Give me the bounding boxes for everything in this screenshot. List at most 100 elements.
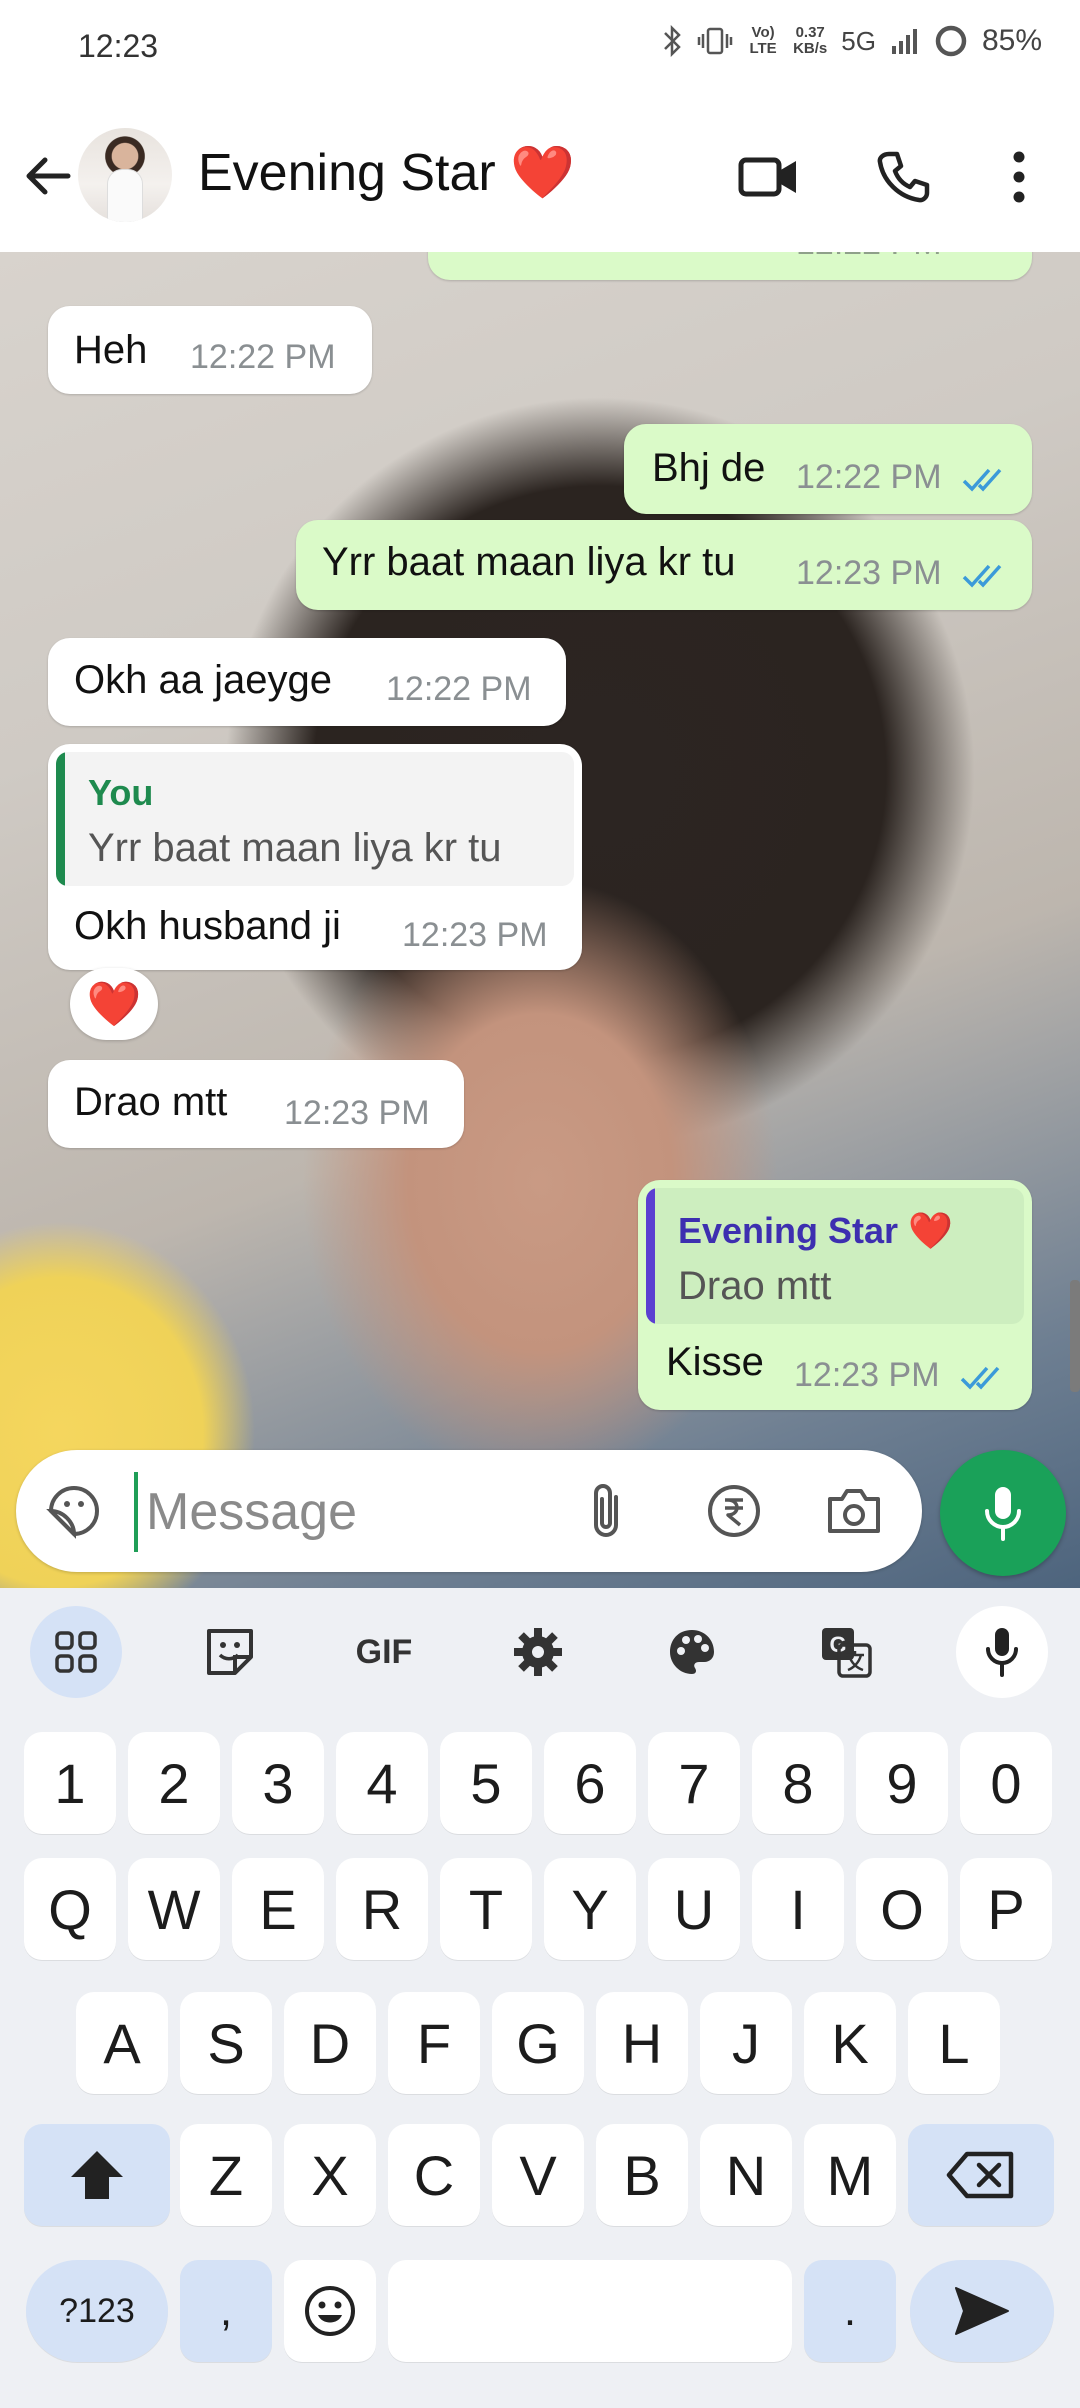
key-c[interactable]: C [388, 2124, 480, 2226]
network-speed: 0.37 KB/s [793, 25, 827, 57]
key-1[interactable]: 1 [24, 1732, 116, 1834]
backspace-icon [946, 2151, 1014, 2199]
read-receipt-icon [962, 564, 1002, 588]
key-8[interactable]: 8 [752, 1732, 844, 1834]
key-x[interactable]: X [284, 2124, 376, 2226]
quoted-message[interactable]: You Yrr baat maan liya kr tu [56, 752, 574, 886]
key-p[interactable]: P [960, 1858, 1052, 1960]
kb-translate-button[interactable]: G [800, 1606, 892, 1698]
kb-apps-button[interactable] [30, 1606, 122, 1698]
quoted-text: Drao mtt [678, 1264, 832, 1308]
back-arrow-icon [26, 157, 71, 195]
key-7[interactable]: 7 [648, 1732, 740, 1834]
message-outgoing-reply[interactable]: Evening Star ❤️ Drao mtt Kisse 12:23 PM [638, 1180, 1032, 1410]
key-r[interactable]: R [336, 1858, 428, 1960]
key-d[interactable]: D [284, 1992, 376, 2094]
key-q[interactable]: Q [24, 1858, 116, 1960]
symbols-key[interactable]: ?123 [26, 2260, 168, 2362]
voice-call-button[interactable] [868, 142, 938, 212]
sticker-icon [207, 1629, 253, 1675]
status-icons: Vo) LTE 0.37 KB/s 5G 85% [661, 24, 1042, 58]
key-n[interactable]: N [700, 2124, 792, 2226]
soft-keyboard: GIF G 1 2 3 4 5 6 7 8 9 0 Q W E R T Y U … [0, 1588, 1080, 2408]
network-type: 5G [841, 25, 876, 56]
back-button[interactable] [18, 146, 78, 206]
key-j[interactable]: J [700, 1992, 792, 2094]
microphone-icon [985, 1487, 1021, 1541]
key-3[interactable]: 3 [232, 1732, 324, 1834]
message-text: Heh [74, 328, 148, 372]
key-4[interactable]: 4 [336, 1732, 428, 1834]
quoted-author: You [88, 772, 154, 813]
message-incoming-reply[interactable]: You Yrr baat maan liya kr tu Okh husband… [48, 744, 582, 970]
key-y[interactable]: Y [544, 1858, 636, 1960]
battery-icon [934, 24, 968, 58]
emoji-sticker-button[interactable] [44, 1481, 104, 1541]
kb-gif-button[interactable]: GIF [338, 1606, 430, 1698]
shift-key[interactable] [24, 2124, 170, 2226]
key-u[interactable]: U [648, 1858, 740, 1960]
key-f[interactable]: F [388, 1992, 480, 2094]
send-key[interactable] [910, 2260, 1054, 2362]
backspace-key[interactable] [908, 2124, 1054, 2226]
key-5[interactable]: 5 [440, 1732, 532, 1834]
key-e[interactable]: E [232, 1858, 324, 1960]
key-o[interactable]: O [856, 1858, 948, 1960]
message-incoming[interactable]: Okh aa jaeyge 12:22 PM [48, 638, 566, 726]
chat-background[interactable]: 12:22 PM Heh 12:22 PM Bhj de 12:22 PM Yr… [0, 252, 1080, 1588]
message-time: 12:22 PM [796, 458, 942, 496]
key-h[interactable]: H [596, 1992, 688, 2094]
signal-icon [890, 26, 920, 56]
overflow-menu-button[interactable] [984, 142, 1054, 212]
key-k[interactable]: K [804, 1992, 896, 2094]
quoted-message[interactable]: Evening Star ❤️ Drao mtt [646, 1188, 1024, 1324]
emoji-key[interactable] [284, 2260, 376, 2362]
chat-scrollbar[interactable] [1070, 1280, 1080, 1392]
key-a[interactable]: A [76, 1992, 168, 2094]
message-incoming[interactable]: Drao mtt 12:23 PM [48, 1060, 464, 1148]
vibrate-icon [697, 26, 733, 56]
kb-sticker-button[interactable] [184, 1606, 276, 1698]
payment-button[interactable] [704, 1481, 764, 1541]
paperclip-icon [594, 1484, 618, 1537]
key-l[interactable]: L [908, 1992, 1000, 2094]
send-arrow-icon [955, 2287, 1009, 2335]
key-2[interactable]: 2 [128, 1732, 220, 1834]
key-s[interactable]: S [180, 1992, 272, 2094]
rupee-icon [708, 1485, 760, 1537]
bluetooth-icon [661, 25, 683, 57]
key-t[interactable]: T [440, 1858, 532, 1960]
key-i[interactable]: I [752, 1858, 844, 1960]
key-w[interactable]: W [128, 1858, 220, 1960]
sticker-icon [46, 1486, 99, 1539]
message-input[interactable] [134, 1472, 588, 1552]
key-g[interactable]: G [492, 1992, 584, 2094]
key-0[interactable]: 0 [960, 1732, 1052, 1834]
key-m[interactable]: M [804, 2124, 896, 2226]
key-v[interactable]: V [492, 2124, 584, 2226]
video-call-button[interactable] [734, 142, 804, 212]
period-key[interactable]: . [804, 2260, 896, 2362]
key-z[interactable]: Z [180, 2124, 272, 2226]
message-outgoing[interactable]: Bhj de 12:22 PM [624, 424, 1032, 514]
partial-message-time: 12:22 PM [796, 252, 942, 263]
message-incoming[interactable]: Heh 12:22 PM [48, 306, 372, 394]
attach-button[interactable] [576, 1481, 636, 1541]
message-outgoing[interactable]: Yrr baat maan liya kr tu 12:23 PM [296, 520, 1032, 610]
kb-voice-button[interactable] [956, 1606, 1048, 1698]
comma-key[interactable]: , [180, 2260, 272, 2362]
voice-record-button[interactable] [940, 1450, 1066, 1576]
key-9[interactable]: 9 [856, 1732, 948, 1834]
heart-reaction[interactable]: ❤️ [70, 968, 158, 1040]
smiley-icon [305, 2286, 355, 2336]
message-text: Yrr baat maan liya kr tu [322, 540, 736, 584]
kb-theme-button[interactable] [646, 1606, 738, 1698]
space-key[interactable] [388, 2260, 792, 2362]
kb-settings-button[interactable] [492, 1606, 584, 1698]
key-b[interactable]: B [596, 2124, 688, 2226]
key-6[interactable]: 6 [544, 1732, 636, 1834]
camera-button[interactable] [824, 1481, 884, 1541]
contact-name[interactable]: Evening Star ❤️ [198, 142, 575, 203]
contact-avatar[interactable] [78, 128, 172, 222]
partial-outgoing-bubble[interactable]: 12:22 PM [428, 252, 1032, 280]
